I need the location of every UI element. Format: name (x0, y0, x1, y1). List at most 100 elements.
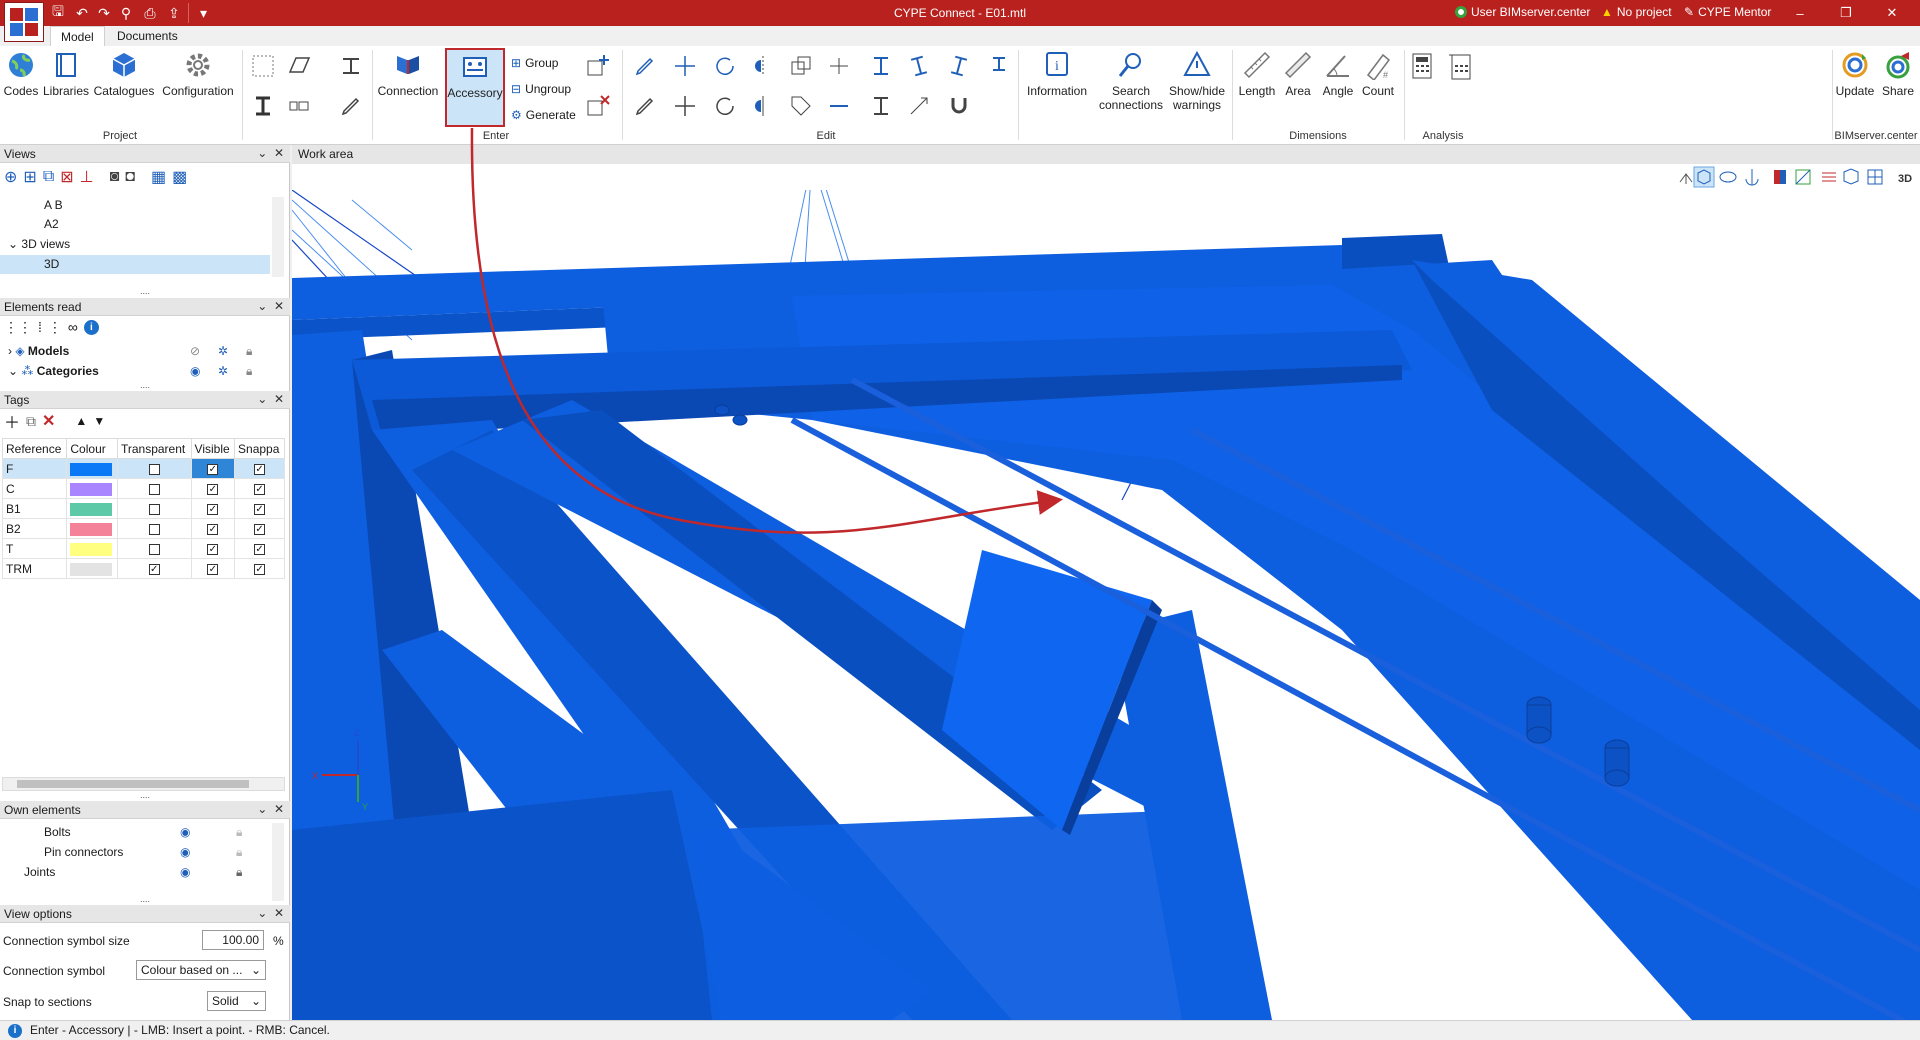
settings-icon[interactable]: ✲ (218, 364, 228, 378)
cube-view-icon[interactable] (1693, 166, 1715, 188)
panel-grip[interactable]: .... (0, 381, 290, 390)
tag-colour[interactable] (66, 538, 118, 559)
tag-reference[interactable]: F (1, 458, 68, 479)
tab-documents[interactable]: Documents (107, 26, 188, 46)
box-icon[interactable] (1843, 168, 1859, 185)
visible-checkbox[interactable]: ✓ (207, 543, 219, 555)
table-row[interactable]: B1 ✓ ✓ (1, 498, 285, 519)
camera-settings-icon[interactable]: ◘ (125, 168, 135, 186)
tag-visible[interactable]: ✓ (190, 478, 236, 499)
new-view-icon[interactable]: ⊕ (4, 167, 17, 187)
tag-snap[interactable]: ✓ (234, 458, 285, 479)
catalogues-button[interactable]: Catalogues (92, 50, 156, 128)
scroll-thumb[interactable] (17, 780, 249, 788)
angle-button[interactable]: Angle (1318, 50, 1358, 128)
accessory-button[interactable]: Accessory (445, 48, 505, 127)
tag-reference[interactable]: C (1, 478, 68, 499)
collapse-close-icons[interactable]: ⌄ ✕ (257, 906, 284, 920)
count-button[interactable]: # Count (1358, 50, 1398, 128)
calculator-report-icon[interactable] (1446, 52, 1476, 80)
configuration-button[interactable]: Configuration (158, 50, 238, 128)
snap-checkbox[interactable]: ✓ (254, 523, 266, 535)
collapse-close-icons[interactable]: ⌄ ✕ (257, 802, 284, 816)
column-icon[interactable] (248, 92, 278, 120)
connection-button[interactable]: Connection (376, 50, 440, 128)
column-header[interactable]: Snappa (234, 438, 285, 459)
snap-checkbox[interactable]: ✓ (254, 563, 266, 575)
tree-icon[interactable]: ⋮⋮ (4, 319, 32, 336)
tag-transparent[interactable] (116, 478, 192, 499)
select-icon[interactable]: ⋮ (48, 319, 62, 336)
snap-checkbox[interactable]: ✓ (254, 543, 266, 555)
own-item-pin-connectors[interactable]: Pin connectors (44, 845, 123, 859)
pencil-icon[interactable] (336, 92, 366, 120)
tags-header[interactable]: Tags ⌄ ✕ (0, 391, 290, 409)
tag-colour[interactable] (66, 518, 118, 539)
settings-icon[interactable]: ✲ (218, 344, 228, 358)
trim-icon[interactable] (944, 52, 974, 80)
collapse-close-icons[interactable]: ⌄ ✕ (257, 392, 284, 406)
edit-icon[interactable] (630, 52, 660, 80)
palette-icon[interactable] (1774, 170, 1786, 184)
tag-visible[interactable]: ✓ (190, 518, 236, 539)
transparent-checkbox[interactable] (148, 503, 160, 515)
tag-colour[interactable] (66, 498, 118, 519)
mirror-icon[interactable] (748, 52, 778, 80)
visible-checkbox[interactable]: ✓ (207, 463, 219, 475)
tag-snap[interactable]: ✓ (234, 538, 285, 559)
transparent-checkbox[interactable] (148, 463, 160, 475)
tag-colour[interactable] (66, 458, 118, 479)
view-item-3d[interactable]: 3D (0, 255, 270, 274)
extend-icon[interactable] (866, 52, 896, 80)
camera-icon[interactable]: ◙ (110, 168, 120, 186)
axis-icon[interactable]: ⊥ (80, 167, 94, 187)
copy-icon[interactable] (786, 52, 816, 80)
move-icon[interactable] (670, 52, 700, 80)
tag-reference[interactable]: TRM (1, 558, 68, 579)
table-row[interactable]: T ✓ ✓ (1, 538, 285, 559)
eye-icon[interactable]: ◉ (180, 845, 190, 859)
colour-swatch[interactable] (70, 522, 113, 536)
colour-swatch[interactable] (70, 462, 113, 476)
lock-icon[interactable]: 🔒︎ (236, 845, 242, 860)
own-item-joints[interactable]: Joints (24, 865, 55, 879)
search-connections-button[interactable]: Search connections (1096, 50, 1166, 128)
tag-colour[interactable] (66, 478, 118, 499)
column-header[interactable]: Transparent (116, 438, 192, 459)
tag-reference[interactable]: T (1, 538, 68, 559)
grid-icon[interactable] (248, 52, 278, 80)
rotate-icon[interactable] (710, 52, 740, 80)
move-down-icon[interactable]: ▼ (93, 414, 105, 428)
panel-grip[interactable]: .... (0, 895, 290, 904)
snap-select[interactable]: Solid ⌄ (207, 991, 266, 1011)
tag-transparent[interactable] (116, 518, 192, 539)
eye-icon[interactable]: ◉ (190, 364, 200, 378)
generate-button[interactable]: ⚙ Generate (511, 108, 576, 122)
visible-checkbox[interactable]: ✓ (207, 563, 219, 575)
tag-colour[interactable] (66, 558, 118, 579)
ungroup-button[interactable]: ⊟ Ungroup (511, 82, 571, 96)
collapse-close-icons[interactable]: ⌄ ✕ (257, 299, 284, 313)
views-panel-header[interactable]: Views ⌄ ✕ (0, 145, 290, 163)
restore-button[interactable]: ❐ (1823, 0, 1869, 26)
edit-alt-icon[interactable] (630, 92, 660, 120)
view-options-header[interactable]: View options ⌄ ✕ (0, 905, 290, 923)
column-header[interactable]: Reference (1, 438, 68, 459)
own-item-bolts[interactable]: Bolts (44, 825, 71, 839)
colour-swatch[interactable] (70, 562, 113, 576)
share-button[interactable]: Share (1878, 50, 1918, 128)
lock-icon[interactable]: 🔒︎ (246, 344, 252, 359)
tags-hscrollbar[interactable] (2, 777, 285, 791)
add-element-icon[interactable] (584, 52, 614, 80)
lock-icon[interactable]: 🔒︎ (236, 825, 242, 840)
length-button[interactable]: Length (1236, 50, 1278, 128)
colour-swatch[interactable] (70, 482, 113, 496)
profile-icon[interactable] (866, 92, 896, 120)
link-icon[interactable]: ∞ (68, 319, 78, 335)
tree-item-categories[interactable]: ⌄ ⁂ Categories (8, 364, 99, 378)
view-item-ab[interactable]: A B (44, 198, 63, 212)
move-up-icon[interactable]: ▲ (75, 414, 87, 428)
magnet-icon[interactable] (944, 92, 974, 120)
cube-icon[interactable]: ▦ (151, 167, 166, 187)
delete-element-icon[interactable] (584, 92, 614, 120)
